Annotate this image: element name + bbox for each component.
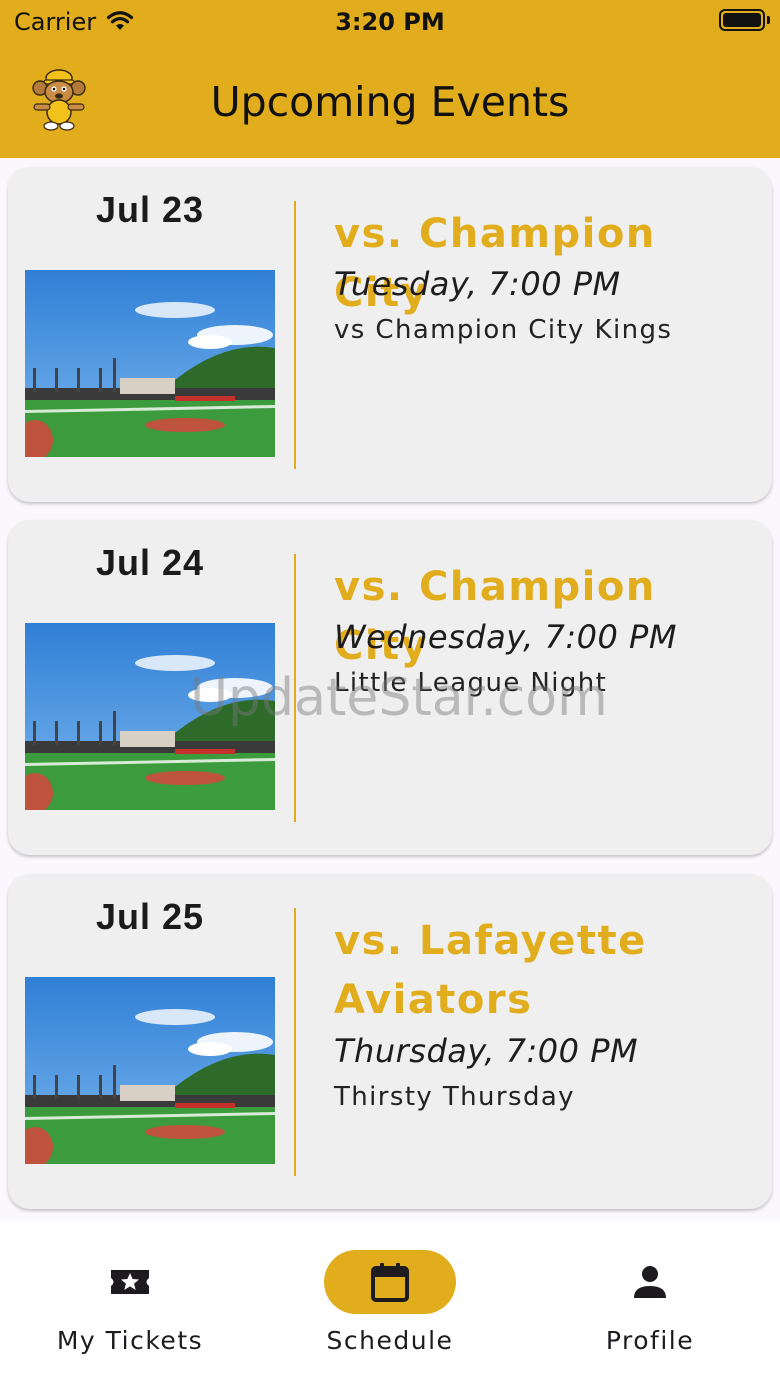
event-card[interactable]: Jul 23 vs. Champion City Tuesday, 7:00 P…: [8, 167, 772, 502]
event-date: Jul 25: [95, 896, 205, 937]
event-opponent: vs. Champion City: [334, 211, 656, 316]
event-date: Jul 23: [95, 189, 205, 230]
event-note: Little League Night: [334, 668, 608, 698]
nav-label: Profile: [605, 1326, 695, 1355]
battery-tip: [767, 16, 770, 24]
bottom-nav: My Tickets Schedule Profile: [0, 1220, 780, 1387]
status-time: 3:20 PM: [335, 8, 445, 36]
ballpark-photo: [25, 977, 275, 1164]
event-date: Jul 24: [95, 542, 205, 583]
battery-icon: [719, 9, 765, 31]
app-header: Carrier 3:20 PM Upcoming Events: [0, 0, 780, 158]
event-datetime: Thursday, 7:00 PM: [334, 1032, 639, 1070]
card-divider: [294, 908, 296, 1176]
calendar-icon: [371, 1263, 409, 1302]
page-title: Upcoming Events: [210, 78, 570, 126]
event-note: Thirsty Thursday: [334, 1082, 575, 1112]
nav-profile[interactable]: Profile: [520, 1220, 780, 1387]
status-bar: Carrier 3:20 PM: [0, 0, 780, 44]
event-card[interactable]: Jul 25 vs. Lafayette Aviators Thursday, …: [8, 874, 772, 1209]
person-icon: [634, 1266, 666, 1298]
nav-label: My Tickets: [56, 1326, 204, 1355]
event-opponent: vs. Champion City: [334, 564, 656, 669]
ticket-star-icon: [111, 1270, 149, 1294]
nav-label: Schedule: [326, 1326, 454, 1355]
event-note: vs Champion City Kings: [334, 315, 673, 345]
nav-schedule[interactable]: Schedule: [260, 1220, 520, 1387]
event-card[interactable]: Jul 24 vs. Champion City Wednesday, 7:00…: [8, 520, 772, 855]
ballpark-photo: [25, 623, 275, 810]
card-divider: [294, 201, 296, 469]
ballpark-photo: [25, 270, 275, 457]
event-datetime: Tuesday, 7:00 PM: [334, 265, 621, 303]
card-divider: [294, 554, 296, 822]
event-opponent: vs. Lafayette Aviators: [334, 918, 647, 1023]
nav-my-tickets[interactable]: My Tickets: [0, 1220, 260, 1387]
event-datetime: Wednesday, 7:00 PM: [334, 618, 677, 656]
